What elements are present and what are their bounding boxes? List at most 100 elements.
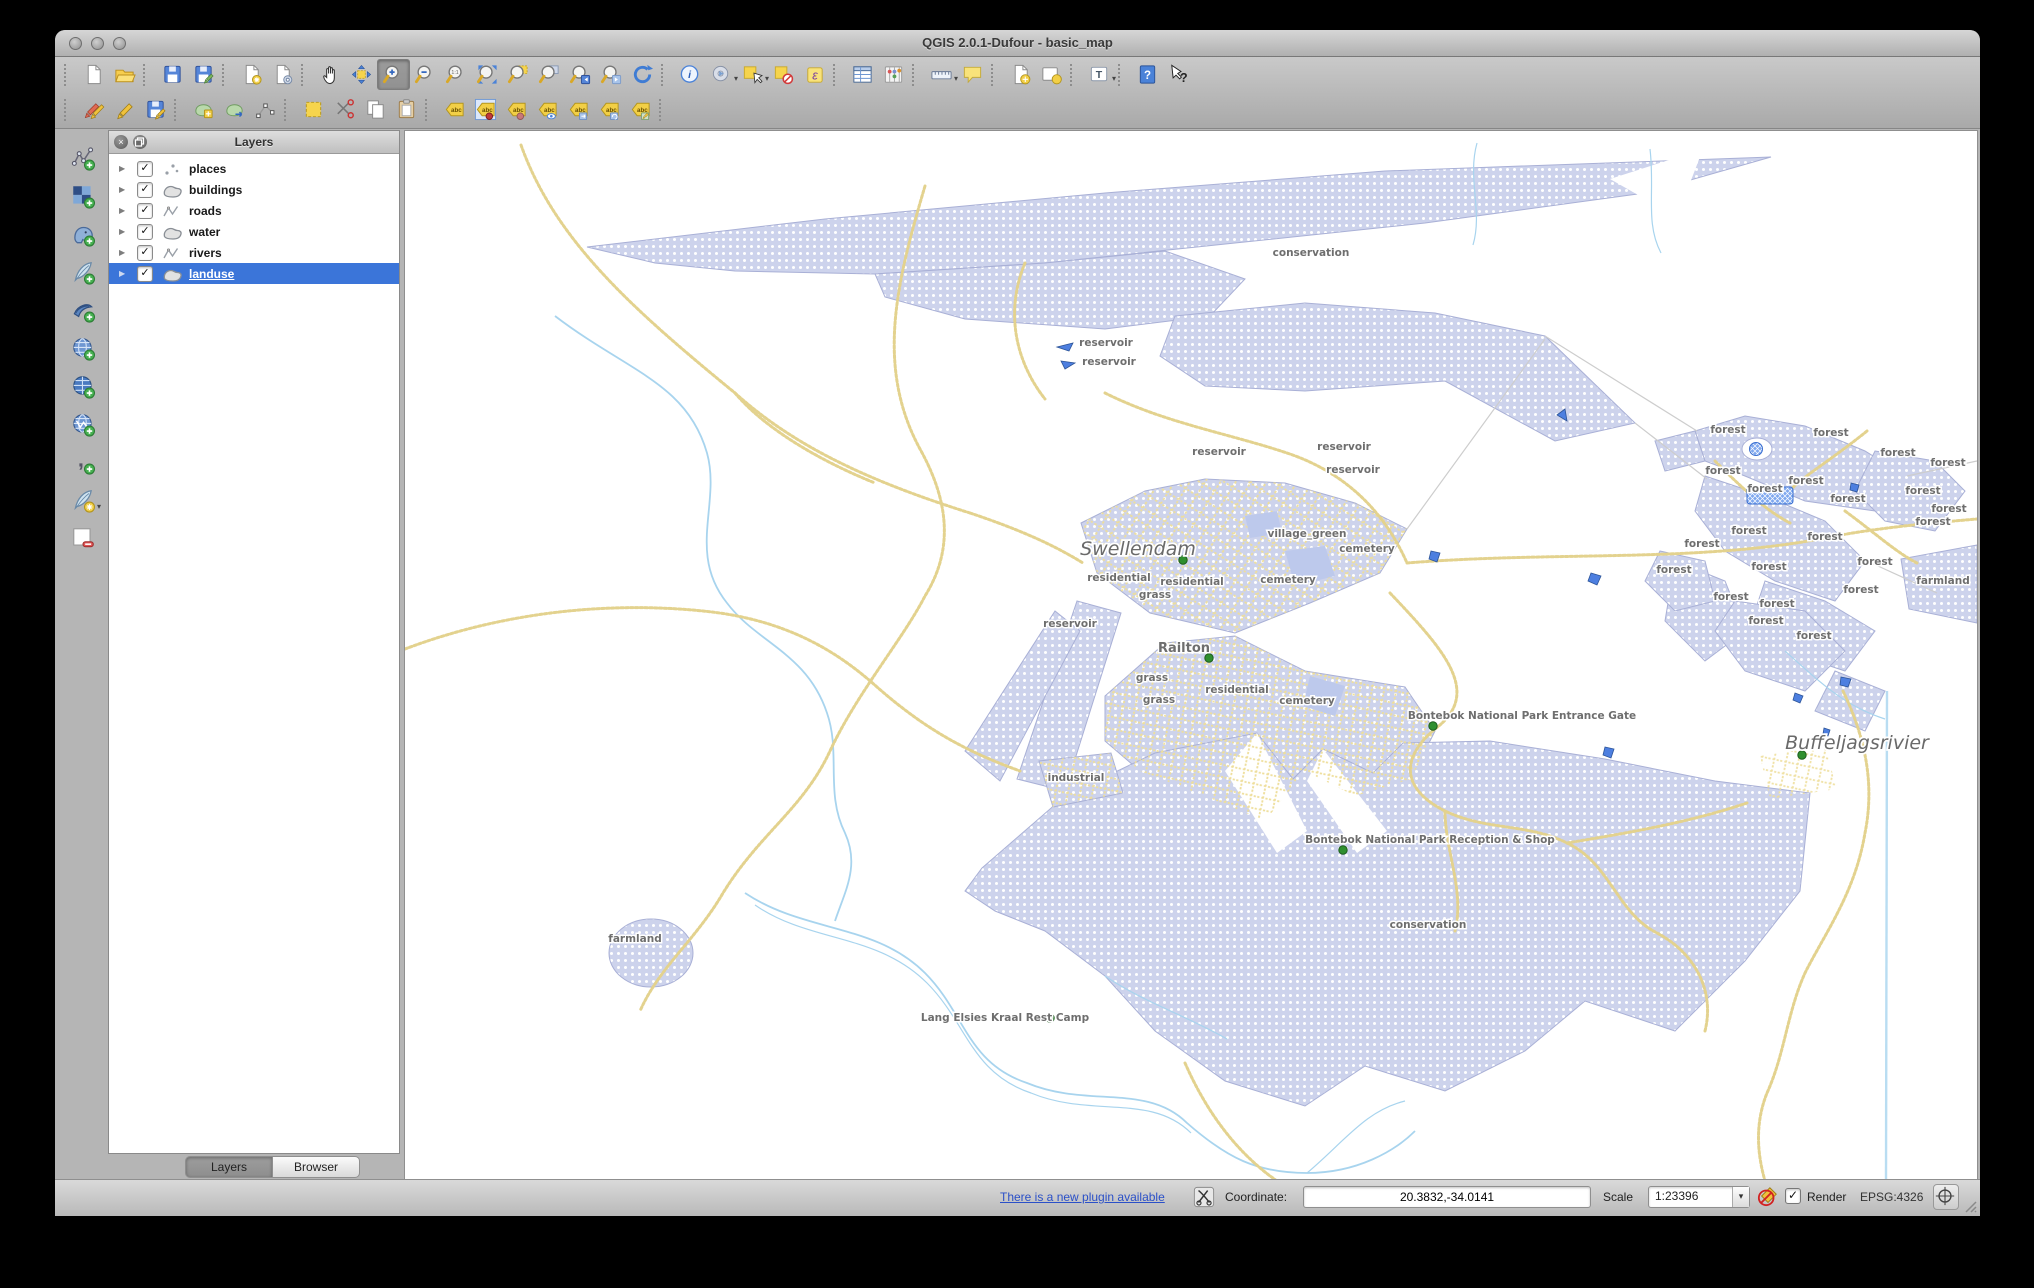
- expander-icon[interactable]: ▶: [119, 269, 131, 278]
- zoom-next-button[interactable]: [596, 60, 627, 89]
- zoom-last-button[interactable]: [565, 60, 596, 89]
- new-bookmark-button[interactable]: [1005, 60, 1036, 89]
- copy-features-button[interactable]: [360, 95, 391, 124]
- stop-render-icon[interactable]: [1757, 1185, 1779, 1207]
- highlight-pinned-labels-button[interactable]: abc: [501, 95, 532, 124]
- map-label: forest: [1857, 556, 1892, 568]
- map-label: Bontebok National Park Reception & Shop: [1305, 834, 1555, 846]
- change-label-properties-button[interactable]: abc: [625, 95, 656, 124]
- layer-visibility-checkbox[interactable]: ✓: [137, 244, 153, 261]
- map-canvas[interactable]: conservation reservoir reservoir reservoir r…: [403, 130, 1979, 1183]
- show-hide-labels-button[interactable]: abc: [532, 95, 563, 124]
- add-raster-layer-button[interactable]: [66, 179, 100, 213]
- add-postgis-layer-button[interactable]: [66, 217, 100, 251]
- zoom-actual-size-button[interactable]: 1:1: [441, 60, 472, 89]
- label-settings-button[interactable]: abc: [439, 95, 470, 124]
- close-panel-icon[interactable]: ×: [114, 135, 128, 149]
- move-feature-button[interactable]: [219, 95, 250, 124]
- plugin-available-link[interactable]: There is a new plugin available: [1000, 1190, 1165, 1204]
- dock-tab-layers[interactable]: Layers: [185, 1156, 273, 1178]
- resize-grip[interactable]: [1964, 1200, 1978, 1214]
- run-feature-action-button[interactable]: ▾: [706, 60, 738, 89]
- open-project-button[interactable]: [109, 60, 140, 89]
- layer-item-buildings[interactable]: ▶ ✓ buildings: [109, 179, 399, 200]
- pan-map-button[interactable]: [315, 60, 346, 89]
- rotate-label-button[interactable]: abc: [594, 95, 625, 124]
- crs-icon[interactable]: [1933, 1184, 1959, 1210]
- expander-icon[interactable]: ▶: [119, 164, 131, 173]
- add-wcs-layer-button[interactable]: [66, 369, 100, 403]
- add-wms-layer-button[interactable]: [66, 331, 100, 365]
- refresh-map-button[interactable]: [627, 60, 658, 89]
- composer-manager-button[interactable]: [267, 60, 298, 89]
- save-project-button[interactable]: [157, 60, 188, 89]
- render-checkbox[interactable]: ✓: [1785, 1188, 1801, 1204]
- paste-features-button[interactable]: [391, 95, 422, 124]
- title-bar[interactable]: QGIS 2.0.1-Dufour - basic_map: [55, 30, 1980, 57]
- new-print-composer-button[interactable]: [236, 60, 267, 89]
- save-project-as-button[interactable]: [188, 60, 219, 89]
- new-spatialite-layer-button[interactable]: ▾: [66, 483, 101, 517]
- identify-features-button[interactable]: i: [675, 60, 706, 89]
- help-contents-button[interactable]: ?: [1132, 60, 1163, 89]
- add-vector-layer-button[interactable]: [66, 141, 100, 175]
- add-feature-button[interactable]: [188, 95, 219, 124]
- chevron-down-icon[interactable]: ▾: [1732, 1187, 1749, 1207]
- dock-tab-browser[interactable]: Browser: [273, 1156, 360, 1178]
- text-annotation-button[interactable]: T ▾: [1084, 60, 1116, 89]
- zoom-to-layer-button[interactable]: [534, 60, 565, 89]
- expander-icon[interactable]: ▶: [119, 248, 131, 257]
- select-by-expression-button[interactable]: ε: [799, 60, 830, 89]
- layer-visibility-checkbox[interactable]: ✓: [137, 181, 153, 198]
- map-tips-button[interactable]: [957, 60, 988, 89]
- toggle-editing-button[interactable]: [109, 95, 140, 124]
- layer-item-roads[interactable]: ▶ ✓ roads: [109, 200, 399, 221]
- add-delimited-text-layer-button[interactable]: ,: [66, 445, 100, 479]
- cut-features-button[interactable]: [329, 95, 360, 124]
- add-wfs-layer-button[interactable]: [66, 407, 100, 441]
- layer-item-places[interactable]: ▶ ✓ places: [109, 158, 399, 179]
- zoom-out-button[interactable]: [410, 60, 441, 89]
- whats-this-button[interactable]: ?: [1163, 60, 1194, 89]
- layer-visibility-checkbox[interactable]: ✓: [137, 160, 153, 177]
- layer-visibility-checkbox[interactable]: ✓: [137, 223, 153, 240]
- layer-visibility-checkbox[interactable]: ✓: [137, 202, 153, 219]
- select-features-button[interactable]: ▾: [737, 60, 769, 89]
- zoom-in-button[interactable]: [377, 59, 410, 90]
- move-label-button[interactable]: abc: [563, 95, 594, 124]
- layer-visibility-checkbox[interactable]: ✓: [137, 265, 153, 282]
- save-layer-edits-button[interactable]: [140, 95, 171, 124]
- chevron-down-icon[interactable]: ▾: [1112, 74, 1116, 83]
- chevron-down-icon[interactable]: ▾: [97, 502, 101, 511]
- add-spatialite-layer-button[interactable]: [66, 255, 100, 289]
- current-edits-button[interactable]: [78, 95, 109, 124]
- remove-layer-button[interactable]: [66, 521, 100, 555]
- expander-icon[interactable]: ▶: [119, 227, 131, 236]
- measure-button[interactable]: ▾: [926, 60, 958, 89]
- layer-item-rivers[interactable]: ▶ ✓ rivers: [109, 242, 399, 263]
- show-bookmarks-button[interactable]: [1036, 60, 1067, 89]
- layer-name: water: [189, 224, 221, 239]
- expander-icon[interactable]: ▶: [119, 206, 131, 215]
- zoom-to-selection-button[interactable]: [503, 60, 534, 89]
- add-mssql-layer-button[interactable]: [66, 293, 100, 327]
- zoom-full-button[interactable]: [472, 60, 503, 89]
- pin-unpin-labels-button[interactable]: abc: [470, 95, 501, 124]
- expander-icon[interactable]: ▶: [119, 185, 131, 194]
- pan-map-to-selection-button[interactable]: [346, 60, 377, 89]
- open-attribute-table-button[interactable]: [847, 60, 878, 89]
- plugin-icon[interactable]: [1193, 1186, 1215, 1208]
- field-calculator-button[interactable]: [878, 60, 909, 89]
- layer-item-water[interactable]: ▶ ✓ water: [109, 221, 399, 242]
- delete-selected-button[interactable]: [298, 95, 329, 124]
- place-dot: [1338, 845, 1348, 855]
- layer-name: places: [189, 161, 227, 176]
- layer-item-landuse[interactable]: ▶ ✓ landuse: [109, 263, 399, 284]
- coordinate-input[interactable]: [1303, 1186, 1591, 1208]
- new-project-button[interactable]: [78, 60, 109, 89]
- scale-combo[interactable]: 1:23396 ▾: [1648, 1186, 1750, 1208]
- toolbar-separator: [64, 98, 73, 121]
- deselect-features-button[interactable]: [768, 60, 799, 89]
- node-tool-button[interactable]: [250, 95, 281, 124]
- float-panel-icon[interactable]: [133, 135, 147, 149]
